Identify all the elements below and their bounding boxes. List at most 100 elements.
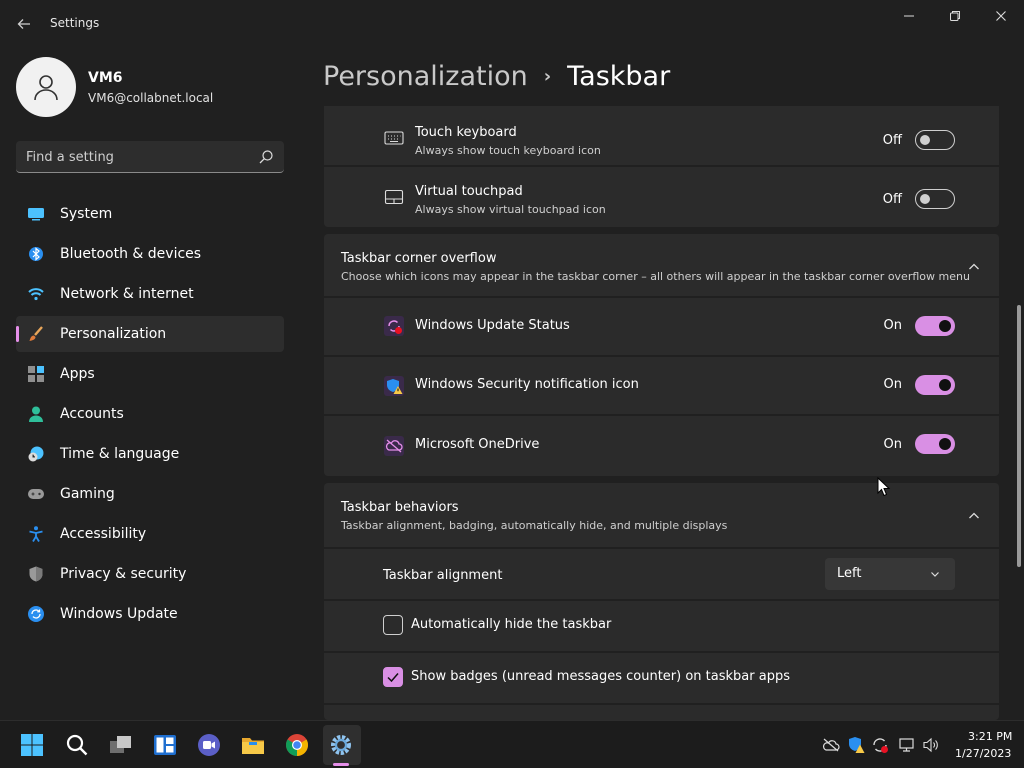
badges-checkbox[interactable] (383, 667, 403, 687)
badges-label[interactable]: Show badges (unread messages counter) on… (411, 669, 790, 684)
settings-icon (331, 735, 351, 755)
close-icon (996, 11, 1006, 21)
windows-update-status-state: On (883, 318, 902, 333)
touch-keyboard-subtitle: Always show touch keyboard icon (415, 144, 601, 157)
breadcrumb-parent[interactable]: Personalization (323, 61, 528, 92)
auto-hide-label[interactable]: Automatically hide the taskbar (411, 617, 611, 632)
keyboard-icon (384, 128, 404, 148)
sidebar-item-label: Apps (60, 366, 95, 382)
minimize-icon (904, 15, 914, 17)
task-view-icon (110, 736, 131, 753)
onedrive-toggle[interactable] (915, 434, 955, 454)
sidebar-item-label: Gaming (60, 486, 115, 502)
chrome-icon (286, 734, 308, 756)
file-explorer-icon (242, 738, 264, 754)
sidebar-item-label: Privacy & security (60, 566, 187, 582)
teams-chat-button[interactable] (197, 733, 221, 757)
onedrive-off-icon (822, 738, 840, 752)
taskbar-alignment-label: Taskbar alignment (383, 568, 503, 583)
sidebar-item-windows-update[interactable]: Windows Update (16, 596, 284, 632)
clock-globe-icon (28, 446, 44, 462)
network-icon (899, 738, 914, 752)
person-icon (28, 406, 44, 422)
app-title: Settings (50, 16, 100, 30)
avatar[interactable] (16, 57, 76, 117)
sidebar-item-gaming[interactable]: Gaming (16, 476, 284, 512)
sidebar-item-apps[interactable]: Apps (16, 356, 284, 392)
taskbar-search-button[interactable] (65, 733, 89, 757)
sidebar-item-accounts[interactable]: Accounts (16, 396, 284, 432)
sidebar-item-privacy-security[interactable]: Privacy & security (16, 556, 284, 592)
sidebar-item-system[interactable]: System (16, 196, 284, 232)
badges-row: Show badges (unread messages counter) on… (324, 653, 999, 703)
tray-volume[interactable] (922, 736, 940, 754)
tray-windows-update[interactable] (871, 736, 889, 754)
maximize-button[interactable] (932, 4, 978, 28)
chrome-button[interactable] (285, 733, 309, 757)
apps-icon (28, 366, 44, 382)
start-button[interactable] (20, 733, 44, 757)
onedrive-row: Microsoft OneDrive On (324, 416, 999, 476)
virtual-touchpad-title: Virtual touchpad (415, 184, 523, 199)
minimize-button[interactable] (886, 4, 932, 28)
volume-icon (923, 737, 938, 753)
toggle-knob (920, 135, 930, 145)
widgets-button[interactable] (153, 733, 177, 757)
toggle-knob (939, 438, 951, 450)
file-explorer-button[interactable] (241, 733, 265, 757)
tray-onedrive[interactable] (822, 736, 840, 754)
windows-security-icon (849, 737, 865, 753)
title-bar: Settings (0, 0, 1024, 48)
wifi-icon (28, 286, 44, 302)
sidebar-nav: System Bluetooth & devices Network & int… (16, 196, 284, 636)
taskbar-corner-overflow-card: Taskbar corner overflow Choose which ico… (324, 234, 999, 476)
user-silhouette-icon (34, 75, 58, 101)
windows-update-status-toggle[interactable] (915, 316, 955, 336)
profile-email: VM6@collabnet.local (88, 91, 214, 105)
sidebar-item-label: Accessibility (60, 526, 147, 542)
settings-app-button[interactable] (329, 733, 353, 757)
taskbar: 3:21 PM 1/27/2023 (0, 720, 1024, 768)
touch-keyboard-toggle[interactable] (915, 130, 955, 150)
section-subtitle: Choose which icons may appear in the tas… (341, 270, 970, 283)
clock-time[interactable]: 3:21 PM (968, 730, 1012, 743)
search-box[interactable] (16, 141, 284, 173)
virtual-touchpad-subtitle: Always show virtual touchpad icon (415, 203, 606, 216)
tray-network[interactable] (898, 736, 916, 754)
sidebar-item-network[interactable]: Network & internet (16, 276, 284, 312)
task-view-button[interactable] (109, 733, 133, 757)
virtual-touchpad-row: Virtual touchpad Always show virtual tou… (324, 167, 999, 227)
sidebar-item-time-language[interactable]: Time & language (16, 436, 284, 472)
search-icon[interactable] (258, 149, 274, 165)
back-arrow-icon (17, 19, 30, 29)
breadcrumb: Personalization › Taskbar (323, 58, 670, 94)
taskbar-corner-overflow-header[interactable]: Taskbar corner overflow Choose which ico… (324, 234, 999, 296)
maximize-icon (950, 11, 960, 21)
windows-security-toggle[interactable] (915, 375, 955, 395)
sidebar-item-personalization[interactable]: Personalization (16, 316, 284, 352)
touchpad-icon (384, 187, 404, 207)
sidebar-item-accessibility[interactable]: Accessibility (16, 516, 284, 552)
tray-windows-security[interactable] (847, 736, 865, 754)
chevron-up-icon[interactable] (967, 509, 981, 523)
search-input[interactable] (26, 147, 246, 167)
taskbar-behaviors-header[interactable]: Taskbar behaviors Taskbar alignment, bad… (324, 483, 999, 547)
windows-update-status-title: Windows Update Status (415, 318, 570, 333)
chevron-up-icon[interactable] (967, 260, 981, 274)
sidebar-item-label: System (60, 206, 113, 222)
content-scrollbar[interactable] (1017, 305, 1021, 567)
auto-hide-checkbox[interactable] (383, 615, 403, 635)
back-button[interactable] (12, 12, 36, 36)
update-icon (28, 606, 44, 622)
taskbar-alignment-dropdown[interactable]: Left (825, 558, 955, 590)
virtual-touchpad-toggle[interactable] (915, 189, 955, 209)
windows-update-icon (873, 738, 888, 753)
touch-keyboard-row: Touch keyboard Always show touch keyboar… (324, 106, 999, 165)
mouse-cursor-icon (877, 477, 891, 497)
sidebar-item-bluetooth[interactable]: Bluetooth & devices (16, 236, 284, 272)
windows-security-row: Windows Security notification icon On (324, 357, 999, 414)
close-button[interactable] (978, 4, 1024, 28)
clock-date[interactable]: 1/27/2023 (955, 747, 1011, 760)
toggle-knob (939, 320, 951, 332)
taskbar-alignment-row: Taskbar alignment Left (324, 549, 999, 599)
